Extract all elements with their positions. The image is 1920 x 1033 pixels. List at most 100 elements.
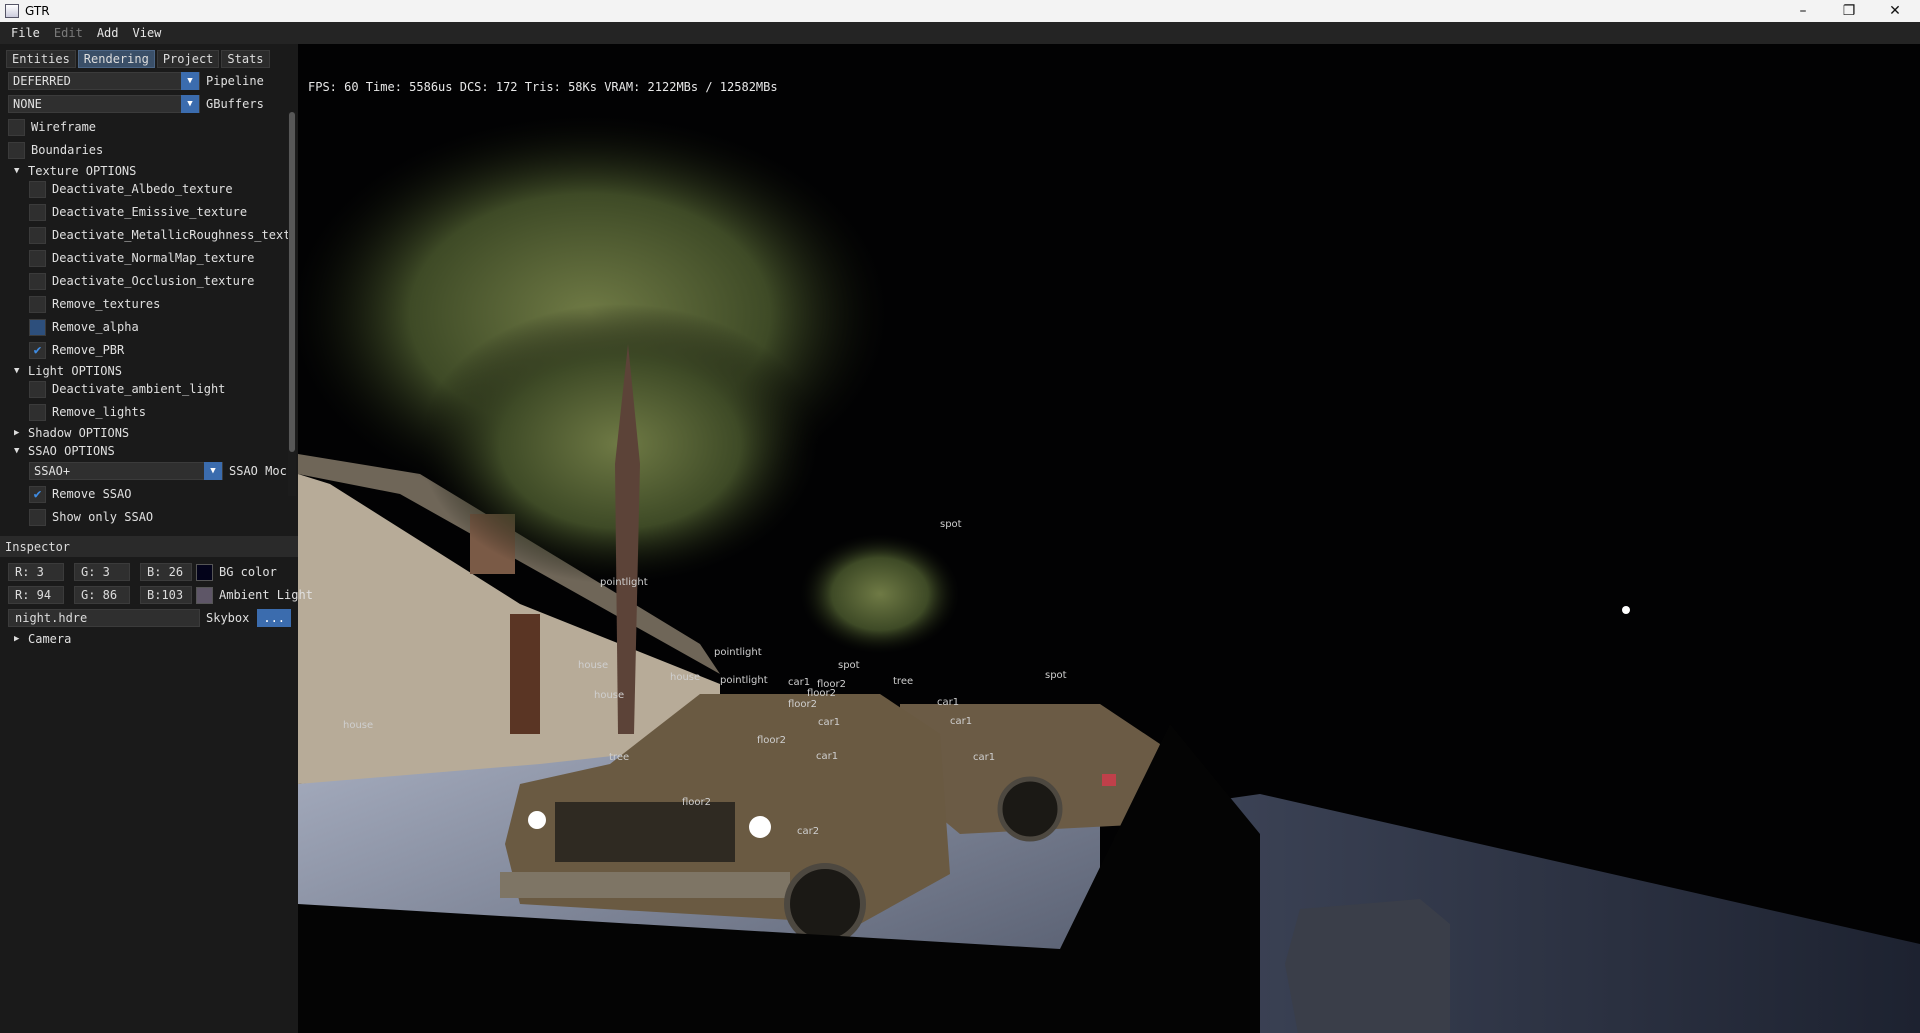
bg-color-g[interactable]: G: 3 (74, 563, 130, 581)
gbuffers-label: GBuffers (206, 97, 264, 111)
ambient-b[interactable]: B:103 (140, 586, 192, 604)
inspector-title: Inspector (5, 539, 71, 554)
ambient-r[interactable]: R: 94 (8, 586, 64, 604)
chevron-down-icon: ▼ (181, 72, 199, 90)
wireframe-checkbox[interactable] (8, 118, 25, 136)
ssao-mode-label: SSAO Moc (229, 464, 287, 478)
deactivate-emissive-label: Deactivate_Emissive_texture (52, 205, 248, 219)
restore-icon[interactable]: ❐ (1826, 0, 1872, 22)
distant-light (1622, 606, 1630, 614)
scene-entity-label: spot (1045, 670, 1067, 681)
texture-options-title: Texture OPTIONS (28, 164, 137, 178)
scene-entity-label: house (578, 660, 609, 671)
ambient-swatch[interactable] (196, 586, 213, 604)
remove-textures-label: Remove_textures (52, 297, 161, 311)
house-door (510, 614, 540, 734)
tab-project[interactable]: Project (156, 50, 220, 68)
headlight (749, 816, 771, 838)
show-only-ssao-label: Show only SSAO (52, 510, 154, 524)
camera-title: Camera (28, 632, 72, 646)
deactivate-normalmap-checkbox[interactable] (29, 249, 46, 267)
light-options-header[interactable]: ▼ Light OPTIONS (14, 362, 122, 380)
scene-entity-label: house (594, 690, 625, 701)
ssao-mode-select[interactable]: SSAO+ ▼ (29, 462, 223, 480)
tab-stats[interactable]: Stats (221, 50, 270, 68)
texture-options-header[interactable]: ▼ Texture OPTIONS (14, 162, 136, 180)
truck-grille (555, 802, 735, 862)
triangle-right-icon: ▶ (14, 428, 20, 438)
ssao-options-header[interactable]: ▼ SSAO OPTIONS (14, 442, 115, 460)
bg-color-b[interactable]: B: 26 (140, 563, 192, 581)
skybox-label: Skybox (206, 611, 250, 625)
wireframe-label: Wireframe (31, 120, 97, 134)
checkmark-icon: ✔ (33, 342, 42, 358)
remove-ssao-label: Remove SSAO (52, 487, 132, 501)
deactivate-emissive-checkbox[interactable] (29, 203, 46, 221)
deactivate-occlusion-checkbox[interactable] (29, 272, 46, 290)
remove-lights-checkbox[interactable] (29, 403, 46, 421)
menu-file[interactable]: File (4, 26, 47, 40)
stats-overlay: FPS: 60 Time: 5586us DCS: 172 Tris: 58Ks… (308, 80, 778, 94)
close-icon[interactable]: ✕ (1872, 0, 1918, 22)
boundaries-checkbox[interactable] (8, 141, 25, 159)
deactivate-metallic-checkbox[interactable] (29, 226, 46, 244)
scene-entity-label: floor2 (757, 735, 787, 746)
deactivate-occlusion-label: Deactivate_Occlusion_texture (52, 274, 255, 288)
remove-pbr-checkbox[interactable]: ✔ (29, 341, 46, 359)
scene-entity-label: car1 (950, 716, 973, 727)
scene-entity-label: car1 (973, 752, 996, 763)
scene-entity-label: tree (893, 676, 914, 687)
remove-alpha-checkbox[interactable] (29, 318, 46, 336)
camera-header[interactable]: ▶ Camera (14, 630, 71, 648)
deactivate-albedo-checkbox[interactable] (29, 180, 46, 198)
remove-textures-checkbox[interactable] (29, 295, 46, 313)
taillight (1102, 774, 1116, 786)
menu-add[interactable]: Add (90, 26, 126, 40)
menu-edit: Edit (53, 26, 83, 40)
panel-tabs: Entities Rendering Project Stats (6, 50, 270, 68)
skybox-input[interactable]: night.hdre (8, 609, 200, 627)
scrollbar-thumb[interactable] (289, 112, 295, 452)
minimize-icon[interactable]: – (1780, 0, 1826, 22)
truck-bumper (500, 872, 790, 898)
shadow-options-title: Shadow OPTIONS (28, 426, 130, 440)
remove-lights-label: Remove_lights (52, 405, 146, 419)
menu-view[interactable]: View (126, 26, 169, 40)
scene-entity-label: floor2 (788, 699, 818, 710)
deactivate-metallic-label: Deactivate_MetallicRoughness_text (52, 228, 291, 242)
rendering-panel: Entities Rendering Project Stats DEFERRE… (0, 44, 313, 1033)
inspector-header: Inspector (0, 536, 298, 557)
skybox-browse-button[interactable]: ... (257, 609, 292, 627)
light-options-title: Light OPTIONS (28, 364, 122, 378)
scene-entity-label: spot (940, 519, 962, 530)
shadow-options-header[interactable]: ▶ Shadow OPTIONS (14, 424, 129, 442)
triangle-down-icon: ▼ (14, 366, 20, 376)
tab-entities[interactable]: Entities (6, 50, 76, 68)
deactivate-ambient-checkbox[interactable] (29, 380, 46, 398)
ssao-mode-value: SSAO+ (34, 464, 71, 478)
window-title: GTR (25, 4, 50, 18)
chevron-down-icon: ▼ (181, 95, 199, 113)
remove-pbr-label: Remove_PBR (52, 343, 125, 357)
deactivate-albedo-label: Deactivate_Albedo_texture (52, 182, 233, 196)
ambient-g[interactable]: G: 86 (74, 586, 130, 604)
show-only-ssao-checkbox[interactable] (29, 508, 46, 526)
scene-entity-label: house (343, 720, 374, 731)
bg-color-r[interactable]: R: 3 (8, 563, 64, 581)
remove-ssao-checkbox[interactable]: ✔ (29, 485, 46, 503)
panel-scrollbar[interactable] (288, 112, 296, 496)
truck-wheel (784, 863, 866, 945)
tab-rendering[interactable]: Rendering (77, 50, 155, 68)
scene-entity-label: pointlight (720, 675, 768, 686)
pipeline-select[interactable]: DEFERRED ▼ (8, 72, 200, 90)
pipeline-label: Pipeline (206, 74, 264, 88)
app-icon (5, 4, 19, 18)
remove-alpha-label: Remove_alpha (52, 320, 139, 334)
scene-entity-label: tree (609, 752, 630, 763)
side-mirror (1285, 899, 1450, 1033)
scene-entity-label: floor2 (817, 679, 847, 690)
scene-entity-label: car1 (818, 717, 841, 728)
triangle-down-icon: ▼ (14, 166, 20, 176)
gbuffers-select[interactable]: NONE ▼ (8, 95, 200, 113)
bg-color-swatch[interactable] (196, 563, 213, 581)
